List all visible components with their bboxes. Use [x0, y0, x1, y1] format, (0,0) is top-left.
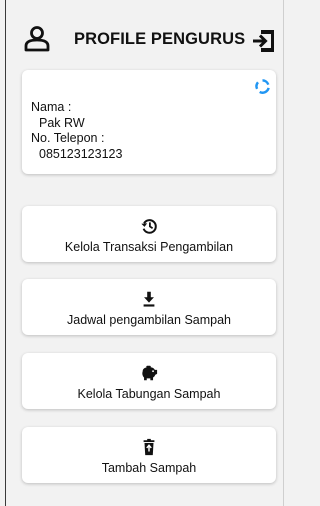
phone-value: 085123123123 — [39, 146, 123, 161]
action-label: Jadwal pengambilan Sampah — [67, 313, 231, 327]
history-icon — [141, 219, 157, 234]
user-icon — [24, 26, 50, 52]
name-label: Nama : — [31, 100, 72, 114]
add-waste-button[interactable]: Tambah Sampah — [22, 427, 276, 483]
trash-icon — [143, 438, 155, 456]
action-label: Kelola Tabungan Sampah — [77, 387, 221, 401]
name-value: Pak RW — [39, 115, 85, 130]
logout-icon[interactable] — [250, 27, 278, 55]
refresh-icon[interactable] — [255, 79, 270, 94]
left-border — [5, 0, 6, 506]
page-title: PROFILE PENGURUS — [74, 30, 246, 48]
piggy-bank-icon — [142, 365, 158, 381]
phone-label: No. Telepon : — [31, 131, 105, 145]
manage-transaction-button[interactable]: Kelola Transaksi Pengambilan — [22, 206, 276, 262]
profile-details: Nama : Pak RW No. Telepon : 085123123123 — [31, 100, 122, 162]
pickup-schedule-button[interactable]: Jadwal pengambilan Sampah — [22, 279, 276, 335]
profile-card: Nama : Pak RW No. Telepon : 085123123123 — [22, 70, 276, 174]
app-header: PROFILE PENGURUS — [22, 22, 278, 56]
download-icon — [143, 291, 155, 307]
manage-savings-button[interactable]: Kelola Tabungan Sampah — [22, 353, 276, 409]
action-label: Kelola Transaksi Pengambilan — [64, 240, 234, 254]
action-label: Tambah Sampah — [101, 461, 197, 475]
